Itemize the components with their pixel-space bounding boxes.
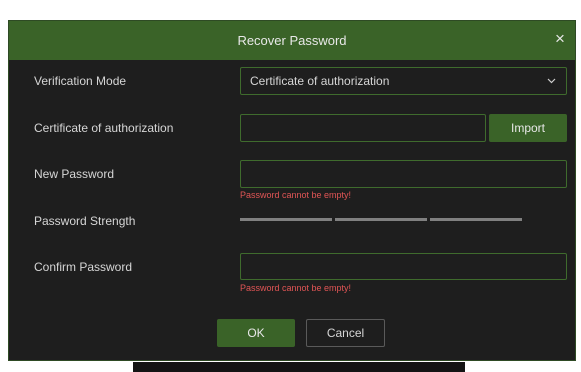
certificate-label: Certificate of authorization bbox=[34, 121, 174, 135]
new-password-label: New Password bbox=[34, 167, 115, 181]
confirm-password-label: Confirm Password bbox=[34, 260, 133, 274]
new-password-error: Password cannot be empty! bbox=[240, 190, 352, 200]
close-icon[interactable]: × bbox=[551, 30, 569, 48]
dialog-titlebar: Recover Password × bbox=[9, 21, 575, 60]
verification-mode-select[interactable]: Certificate of authorization bbox=[240, 67, 567, 95]
backdrop-strip bbox=[133, 362, 465, 372]
verification-mode-value: Certificate of authorization bbox=[250, 74, 390, 88]
dialog-title: Recover Password bbox=[237, 33, 347, 48]
recover-password-dialog: Recover Password × Verification Mode Cer… bbox=[8, 20, 576, 361]
password-strength-label: Password Strength bbox=[34, 214, 136, 228]
confirm-password-error: Password cannot be empty! bbox=[240, 283, 352, 293]
strength-bar-1 bbox=[240, 218, 332, 221]
cancel-button[interactable]: Cancel bbox=[306, 319, 385, 347]
backdrop-bottom bbox=[0, 362, 581, 372]
strength-bar-2 bbox=[335, 218, 427, 221]
certificate-field[interactable] bbox=[240, 114, 486, 142]
new-password-field[interactable] bbox=[240, 160, 567, 188]
strength-bar-3 bbox=[430, 218, 522, 221]
verification-mode-label: Verification Mode bbox=[34, 74, 127, 88]
chevron-down-icon bbox=[547, 78, 556, 84]
import-button[interactable]: Import bbox=[489, 114, 567, 142]
confirm-password-field[interactable] bbox=[240, 253, 567, 280]
ok-button[interactable]: OK bbox=[217, 319, 295, 347]
backdrop-top bbox=[0, 0, 581, 10]
